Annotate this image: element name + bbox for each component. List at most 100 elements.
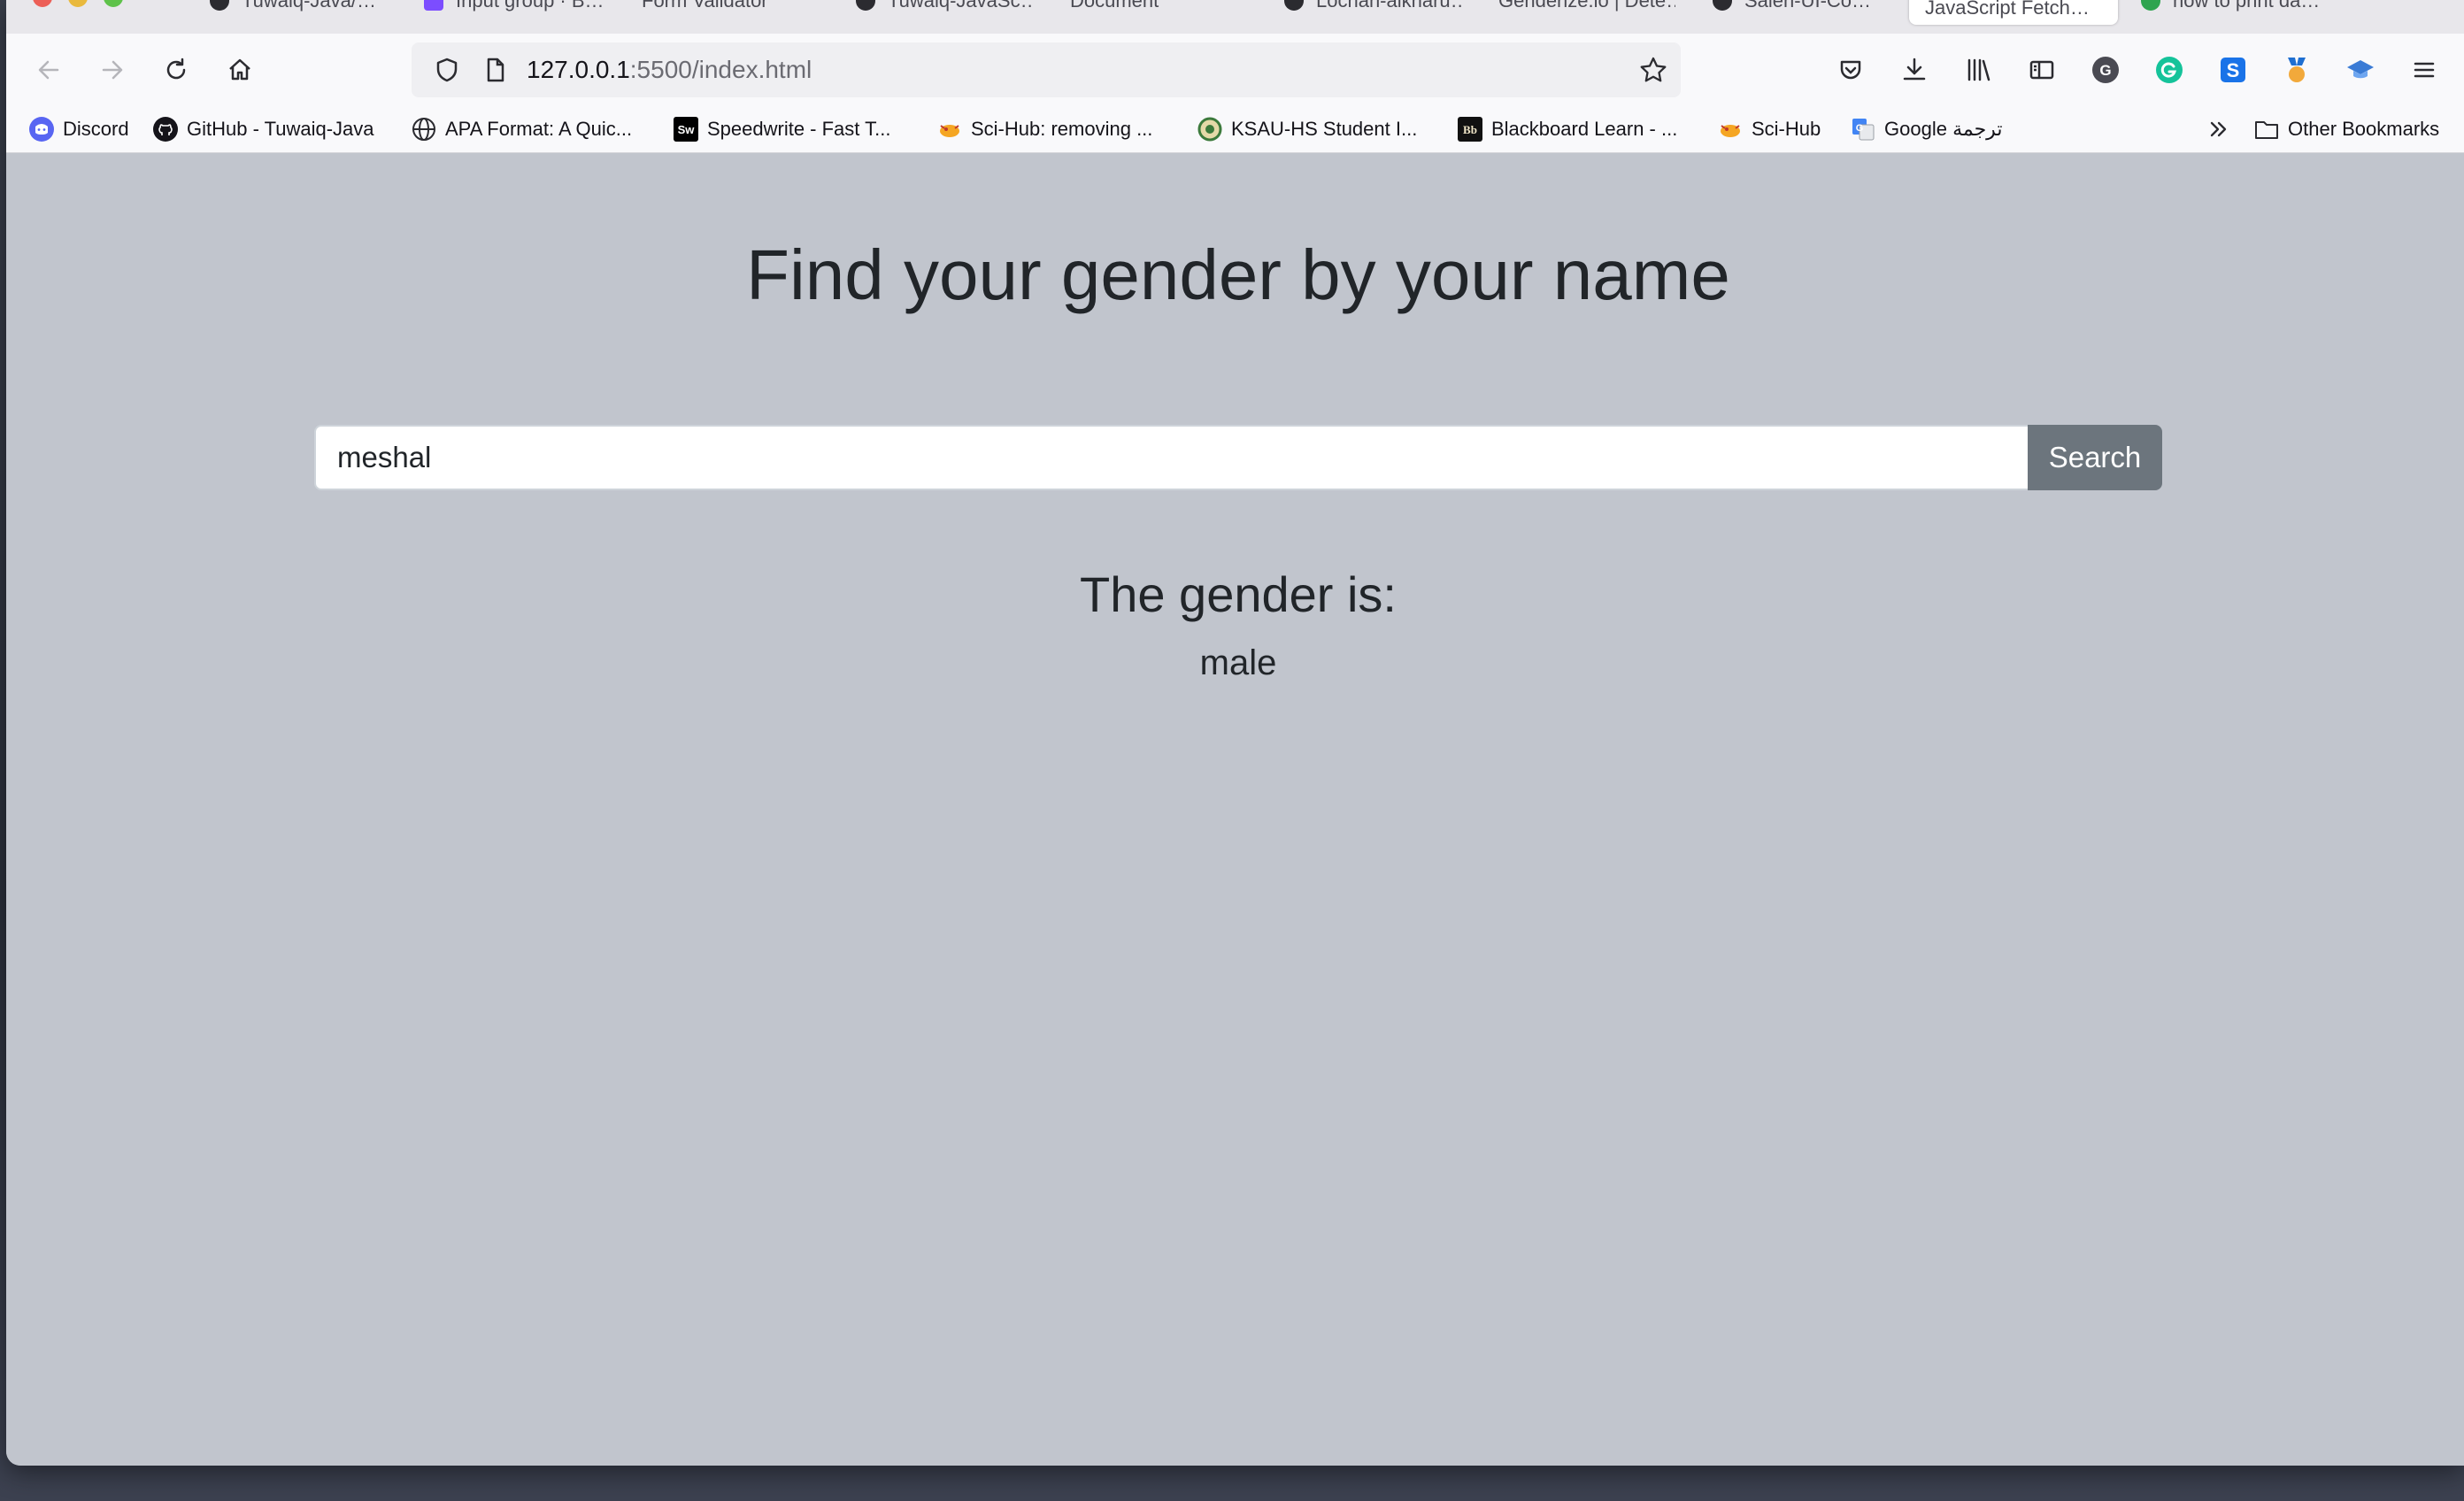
bookmark-github-tuwaiq[interactable]: GitHub - Tuwaiq-Java xyxy=(153,116,374,142)
menu-button[interactable] xyxy=(2405,50,2444,89)
g-account-icon: G xyxy=(2092,57,2119,83)
github-icon xyxy=(856,0,875,11)
result-heading: The gender is: xyxy=(1080,566,1397,622)
graduation-cap-icon xyxy=(2347,60,2374,79)
s-extension-button[interactable]: S xyxy=(2214,50,2252,89)
bookmark-label: Speedwrite - Fast T... xyxy=(707,118,891,140)
tab-how-to-print[interactable]: how to print da… xyxy=(2141,0,2327,14)
svg-text:G: G xyxy=(2099,62,2111,79)
speedwrite-icon: Sw xyxy=(674,117,698,142)
github-icon xyxy=(153,117,178,142)
svg-text:Sw: Sw xyxy=(678,123,696,136)
tab-label: Tuwaiq-Java/… xyxy=(242,0,377,12)
github-icon xyxy=(210,0,229,11)
scihub-icon xyxy=(1718,117,1743,142)
tab-label: Tuwaiq-JavaSc… xyxy=(888,0,1033,12)
bookmark-blackboard[interactable]: Bb Blackboard Learn - ... xyxy=(1458,116,1677,142)
tab-form-validator[interactable]: Form Validator xyxy=(642,0,819,14)
grammarly-icon xyxy=(2156,57,2183,83)
bookmark-label: Discord xyxy=(63,118,129,140)
bookmark-label: GitHub - Tuwaiq-Java xyxy=(187,118,374,140)
medal-extension-button[interactable] xyxy=(2277,50,2316,89)
other-bookmarks-label: Other Bookmarks xyxy=(2288,118,2440,140)
page-title: Find your gender by your name xyxy=(746,235,1730,314)
ksau-icon xyxy=(1197,117,1222,142)
bookmark-ksau[interactable]: KSAU-HS Student I... xyxy=(1197,116,1417,142)
home-button[interactable] xyxy=(220,50,259,89)
hamburger-menu-icon xyxy=(2414,62,2435,78)
close-window-button[interactable] xyxy=(33,0,52,7)
arrow-left-icon xyxy=(38,60,59,80)
tab-tuwaiq-javascript[interactable]: Tuwaiq-JavaSc… xyxy=(856,0,1033,14)
svg-text:Bb: Bb xyxy=(1463,123,1477,136)
bookmark-label: APA Format: A Quic... xyxy=(445,118,633,140)
tab-label: Input group · B… xyxy=(456,0,604,12)
address-bar[interactable]: 127.0.0.1:5500/index.html xyxy=(412,42,1681,97)
tab-label: Saleh-UI-Co… xyxy=(1744,0,1872,12)
forward-button[interactable] xyxy=(93,50,132,89)
sidebar-button[interactable] xyxy=(2022,50,2061,89)
tab-javascript-fetch[interactable]: JavaScript Fetch… xyxy=(1909,0,2118,25)
google-translate-icon: G xyxy=(1851,117,1875,142)
tab-label: Form Validator xyxy=(642,0,768,12)
url-path: :5500/index.html xyxy=(629,56,812,83)
search-button[interactable]: Search xyxy=(2028,425,2162,490)
url-text[interactable]: 127.0.0.1:5500/index.html xyxy=(527,56,812,84)
url-host: 127.0.0.1 xyxy=(527,56,630,83)
tab-document[interactable]: Document xyxy=(1070,0,1212,14)
pocket-button[interactable] xyxy=(1831,50,1870,89)
page-content: Find your gender by your name Search The… xyxy=(6,153,2464,1466)
tab-label: how to print da… xyxy=(2173,0,2321,12)
grammarly-button[interactable] xyxy=(2150,50,2189,89)
search-input-group: Search xyxy=(314,425,2162,490)
bookmark-discord[interactable]: Discord xyxy=(29,116,129,142)
bookmarks-overflow-button[interactable] xyxy=(2206,116,2231,142)
github-icon xyxy=(1284,0,1304,11)
svg-text:G: G xyxy=(1856,123,1864,134)
medal-icon xyxy=(2288,58,2306,82)
tab-label: Genderize.io | Dete… xyxy=(1498,0,1675,12)
back-button[interactable] xyxy=(29,50,68,89)
other-bookmarks-folder[interactable]: Other Bookmarks xyxy=(2254,116,2439,142)
folder-icon xyxy=(2254,117,2279,142)
bookmark-apa-format[interactable]: APA Format: A Quic... xyxy=(412,116,632,142)
bookmark-scihub[interactable]: Sci-Hub xyxy=(1718,116,1821,142)
blackboard-icon: Bb xyxy=(1458,117,1482,142)
bootstrap-icon xyxy=(424,0,443,11)
library-button[interactable] xyxy=(1959,50,1998,89)
account-g-button[interactable]: G xyxy=(2086,50,2125,89)
browser-window: Tuwaiq-Java/… Input group · B… Form Vali… xyxy=(6,0,2464,1466)
shield-icon[interactable] xyxy=(433,56,461,84)
downloads-button[interactable] xyxy=(1895,50,1934,89)
name-search-input[interactable] xyxy=(314,425,2028,490)
graduation-extension-button[interactable] xyxy=(2341,50,2380,89)
bookmark-label: Blackboard Learn - ... xyxy=(1491,118,1678,140)
tab-label: Document xyxy=(1070,0,1159,12)
discord-icon xyxy=(29,117,54,142)
tab-input-group[interactable]: Input group · B… xyxy=(424,0,619,14)
result-gender-value: male xyxy=(1199,643,1277,682)
bookmark-label: Google ترجمة xyxy=(1884,118,2003,140)
tab-label: JavaScript Fetch… xyxy=(1925,0,2090,19)
bookmark-label: KSAU-HS Student I... xyxy=(1231,118,1418,140)
bookmark-google-translate[interactable]: G Google ترجمة xyxy=(1851,116,2002,142)
bookmark-speedwrite[interactable]: Sw Speedwrite - Fast T... xyxy=(674,116,890,142)
tab-tuwaiq-java[interactable]: Tuwaiq-Java/… xyxy=(210,0,387,14)
tab-strip: Tuwaiq-Java/… Input group · B… Form Vali… xyxy=(6,0,2464,34)
arrow-right-icon xyxy=(102,60,123,80)
tab-genderize[interactable]: Genderize.io | Dete… xyxy=(1498,0,1675,14)
s-extension-icon: S xyxy=(2221,58,2245,82)
svg-text:S: S xyxy=(2227,59,2240,81)
navigation-toolbar: 127.0.0.1:5500/index.html G S xyxy=(6,34,2464,106)
tab-saleh-ui[interactable]: Saleh-UI-Co… xyxy=(1713,0,1881,14)
zoom-window-button[interactable] xyxy=(104,0,123,7)
reload-icon xyxy=(166,58,186,80)
scihub-icon xyxy=(937,117,962,142)
chevron-double-right-icon xyxy=(2210,121,2227,137)
bookmark-star-icon[interactable] xyxy=(1638,55,1668,85)
reload-button[interactable] xyxy=(157,50,196,89)
tab-lochan[interactable]: Lochan-alkharu… xyxy=(1284,0,1461,14)
bookmark-scihub-removing[interactable]: Sci-Hub: removing ... xyxy=(937,116,1152,142)
globe-icon xyxy=(412,117,436,142)
minimize-window-button[interactable] xyxy=(68,0,88,7)
